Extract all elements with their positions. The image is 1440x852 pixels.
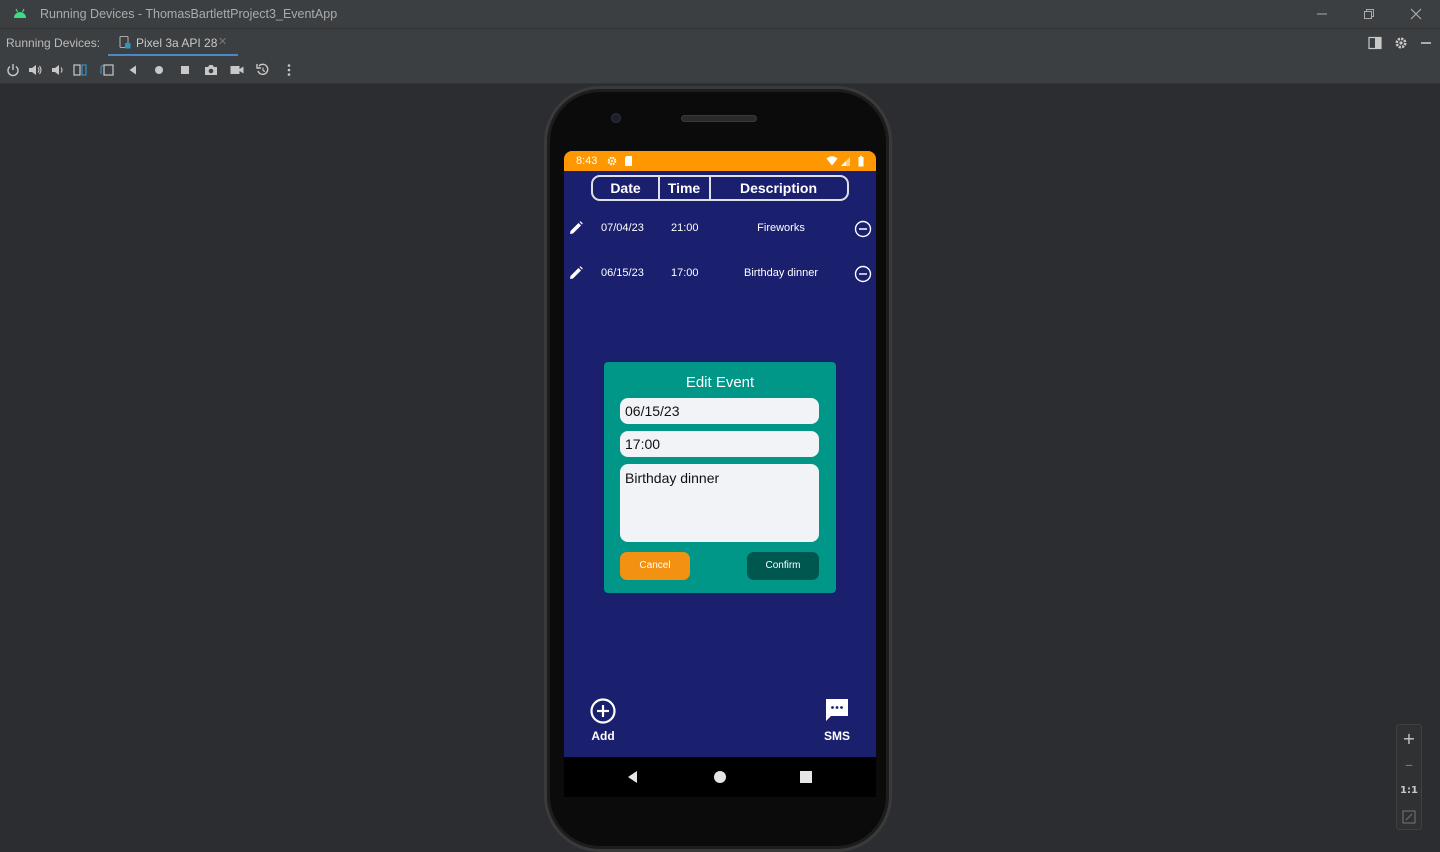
sms-message-icon[interactable] <box>823 696 851 724</box>
window-title: Running Devices - ThomasBartlettProject3… <box>40 7 338 21</box>
zoom-fit-button[interactable] <box>1397 804 1421 830</box>
running-devices-label: Running Devices: <box>6 36 101 50</box>
tab-pixel-3a[interactable]: Pixel 3a API 28 ✕ <box>108 29 238 57</box>
edit-pencil-icon[interactable] <box>569 266 583 280</box>
minimize-icon <box>1317 13 1327 15</box>
overview-icon[interactable] <box>177 62 193 78</box>
volume-up-icon[interactable] <box>27 62 43 78</box>
header-time: Time <box>667 180 701 196</box>
nav-home-icon[interactable] <box>712 769 728 785</box>
rotate-right-icon[interactable] <box>99 62 115 78</box>
event-time: 21:00 <box>671 222 699 234</box>
event-date: 07/04/23 <box>601 222 644 234</box>
device-screen[interactable]: 8:43 Date Time Description 07/04/23 21:0… <box>564 151 876 757</box>
android-status-bar: 8:43 <box>564 151 876 171</box>
split-view-icon[interactable] <box>1367 35 1383 51</box>
header-date: Date <box>610 180 641 196</box>
earpiece-speaker <box>681 115 757 122</box>
minimize-window-button[interactable] <box>1310 4 1334 24</box>
close-window-button[interactable] <box>1404 4 1428 24</box>
sd-card-icon <box>625 156 632 166</box>
zoom-in-button[interactable]: + <box>1397 726 1421 752</box>
event-table-header: Date Time Description <box>591 175 849 201</box>
remove-circle-icon[interactable] <box>854 220 872 238</box>
add-circle-icon[interactable] <box>589 697 617 725</box>
zoom-out-button[interactable]: – <box>1397 752 1421 778</box>
restore-window-button[interactable] <box>1357 4 1381 24</box>
home-icon[interactable] <box>151 62 167 78</box>
event-date: 06/15/23 <box>601 267 644 279</box>
date-input[interactable]: 06/15/23 <box>620 398 819 424</box>
time-input[interactable]: 17:00 <box>620 431 819 457</box>
more-options-icon[interactable] <box>281 62 297 78</box>
cancel-button[interactable]: Cancel <box>620 552 690 580</box>
side-volume-button <box>890 383 892 479</box>
fit-screen-icon <box>1402 810 1416 824</box>
hide-panel-icon[interactable] <box>1418 35 1434 51</box>
device-icon <box>119 36 131 49</box>
back-icon[interactable] <box>125 62 141 78</box>
header-description: Description <box>739 180 817 196</box>
add-label[interactable]: Add <box>583 729 623 743</box>
screen-record-icon[interactable] <box>229 62 245 78</box>
settings-gear-icon <box>607 156 617 166</box>
rotate-left-icon[interactable] <box>72 62 88 78</box>
ide-title-bar: Running Devices - ThomasBartlettProject3… <box>0 0 1440 28</box>
volume-down-icon[interactable] <box>49 62 65 78</box>
event-description: Fireworks <box>757 222 805 234</box>
front-camera <box>611 113 621 123</box>
wifi-icon <box>826 156 838 166</box>
side-power-button <box>890 279 892 329</box>
nav-back-icon[interactable] <box>625 769 641 785</box>
event-description: Birthday dinner <box>744 267 818 279</box>
remove-circle-icon[interactable] <box>854 265 872 283</box>
android-studio-icon <box>14 8 26 18</box>
restore-icon <box>1364 9 1374 19</box>
tab-label: Pixel 3a API 28 <box>136 36 218 50</box>
android-navigation-bar <box>564 757 876 797</box>
phone-frame: 8:43 Date Time Description 07/04/23 21:0… <box>544 86 892 852</box>
edit-pencil-icon[interactable] <box>569 221 583 235</box>
zoom-actual-size-button[interactable]: 1:1 <box>1397 778 1421 804</box>
confirm-button[interactable]: Confirm <box>747 552 819 580</box>
close-icon <box>1410 8 1422 20</box>
event-row: 07/04/23 21:00 Fireworks <box>564 207 876 251</box>
zoom-controls: + – 1:1 <box>1396 724 1422 830</box>
status-time: 8:43 <box>576 155 598 167</box>
running-devices-tab-bar: Running Devices: Pixel 3a API 28 ✕ <box>0 28 1440 57</box>
tab-close-icon[interactable]: ✕ <box>218 35 227 48</box>
signal-icon <box>841 157 850 166</box>
nav-overview-icon[interactable] <box>798 769 814 785</box>
battery-icon <box>858 155 864 167</box>
sms-label[interactable]: SMS <box>817 729 857 743</box>
camera-icon[interactable] <box>203 62 219 78</box>
gear-icon[interactable] <box>1393 35 1409 51</box>
power-icon[interactable] <box>5 62 21 78</box>
description-input[interactable]: Birthday dinner <box>620 464 819 542</box>
dialog-title: Edit Event <box>685 374 755 391</box>
event-time: 17:00 <box>671 267 699 279</box>
event-row: 06/15/23 17:00 Birthday dinner <box>564 252 876 296</box>
edit-event-dialog: Edit Event 06/15/23 17:00 Birthday dinne… <box>604 362 836 593</box>
reset-icon[interactable] <box>255 62 271 78</box>
emulator-toolbar <box>0 56 1440 84</box>
